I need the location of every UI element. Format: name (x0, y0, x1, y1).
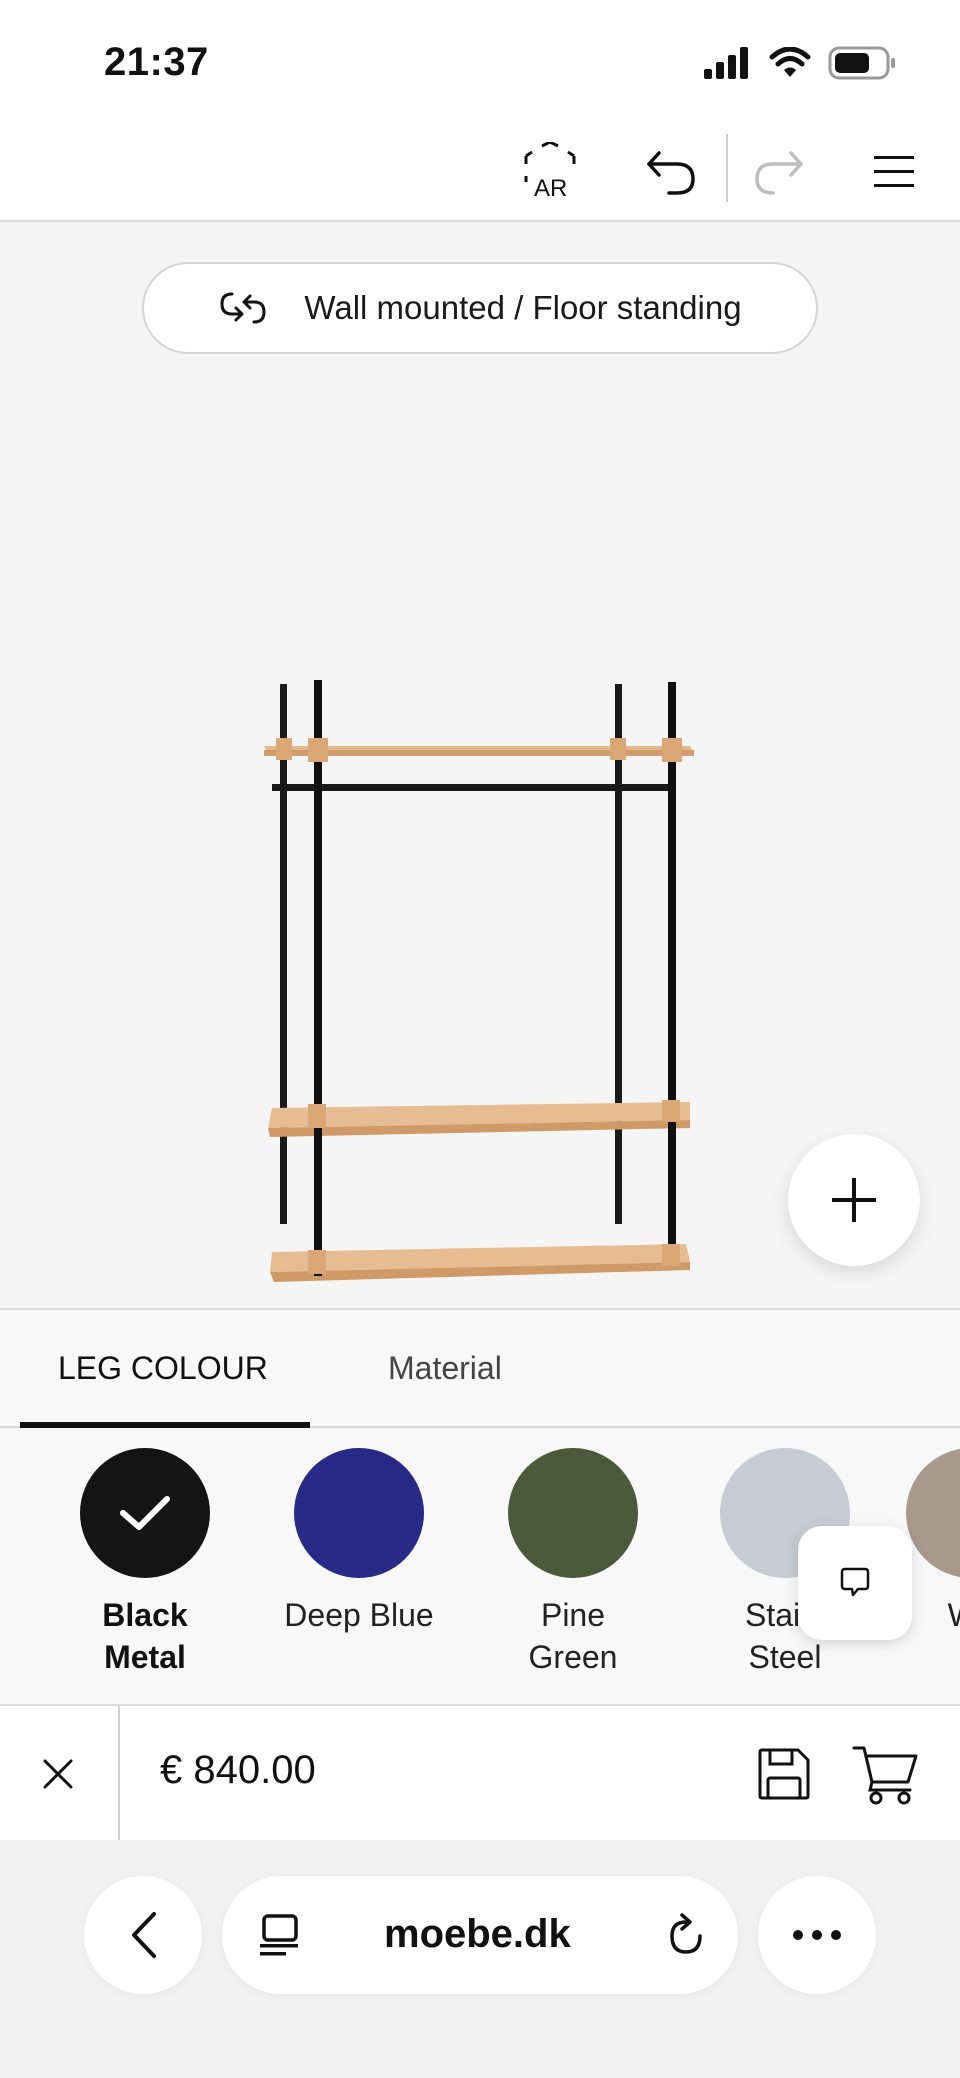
chat-icon (840, 1567, 870, 1597)
hamburger-menu-icon (874, 156, 914, 187)
undo-icon (647, 151, 695, 195)
mount-toggle-button[interactable]: Wall mounted / Floor standing (142, 262, 818, 354)
browser-more-button[interactable] (758, 1876, 876, 1994)
swatch-circle (294, 1448, 424, 1578)
product-viewer[interactable]: Wall mounted / Floor standing (0, 224, 960, 1308)
cellular-signal-icon (704, 47, 748, 79)
mount-toggle-label: Wall mounted / Floor standing (304, 289, 742, 326)
browser-back-button[interactable] (84, 1876, 202, 1994)
tab-leg-colour[interactable]: LEG COLOUR (58, 1350, 268, 1387)
swatch-deep-blue[interactable]: Deep Blue (264, 1448, 454, 1636)
add-module-button[interactable] (788, 1134, 920, 1266)
cart-button[interactable] (846, 1736, 926, 1812)
swatch-circle (906, 1448, 960, 1578)
swatch-label-line1: Black (102, 1597, 188, 1633)
shelving-unit-render (264, 680, 694, 1282)
configurator-toolbar: AR (0, 122, 960, 222)
menu-button[interactable] (858, 136, 930, 208)
swatch-label-line1: Pine (540, 1597, 606, 1633)
swap-arrows-icon (220, 292, 266, 324)
ar-button[interactable]: AR (514, 136, 586, 208)
swatch-label: Wa (948, 1594, 960, 1636)
toolbar-divider (726, 134, 728, 202)
shopping-cart-icon (852, 1746, 918, 1805)
plus-icon (832, 1178, 876, 1222)
browser-bottom-bar: moebe.dk (0, 1840, 960, 2078)
swatch-label: Pine Green (529, 1594, 618, 1678)
swatch-label-line2: Steel (748, 1639, 822, 1675)
swatch-circle (80, 1448, 210, 1578)
more-dots-icon (793, 1930, 841, 1940)
close-button[interactable] (20, 1736, 96, 1812)
ar-label: AR (534, 175, 567, 202)
swatch-label-line2: Metal (104, 1639, 186, 1675)
chat-button[interactable] (798, 1526, 912, 1640)
total-price: € 840.00 (160, 1748, 316, 1792)
swatch-label: Black Metal (102, 1594, 187, 1678)
swatch-label: Deep Blue (284, 1594, 433, 1636)
tabs-icon (260, 1914, 298, 1956)
save-button[interactable] (748, 1736, 820, 1812)
chevron-left-icon (132, 1912, 156, 1958)
ar-scan-icon: AR (524, 142, 576, 202)
save-disk-icon (758, 1748, 810, 1800)
wifi-icon (769, 47, 811, 77)
redo-icon (755, 151, 803, 195)
close-icon (43, 1759, 73, 1789)
colour-swatch-list: Black Metal Deep Blue Pine Green Stainl … (0, 1430, 960, 1704)
active-tab-indicator (20, 1422, 310, 1428)
swatch-circle (508, 1448, 638, 1578)
status-icons (704, 46, 896, 80)
url-text: moebe.dk (384, 1912, 571, 1956)
swatch-label-line1: Wa (948, 1594, 960, 1636)
address-bar[interactable]: moebe.dk (222, 1876, 738, 1994)
price-bar-divider (118, 1706, 120, 1842)
swatch-black-metal[interactable]: Black Metal (50, 1448, 240, 1678)
reload-icon[interactable] (664, 1912, 708, 1958)
checkmark-icon (120, 1496, 170, 1530)
undo-button[interactable] (636, 136, 708, 208)
swatch-label-line2: Green (528, 1639, 618, 1675)
swatch-pine-green[interactable]: Pine Green (478, 1448, 668, 1678)
status-time: 21:37 (104, 40, 209, 84)
tab-material[interactable]: Material (388, 1350, 502, 1387)
battery-icon (828, 46, 895, 80)
swatch-label-line1: Deep Blue (284, 1597, 434, 1633)
option-tabs: LEG COLOUR Material (0, 1308, 960, 1428)
price-bar: € 840.00 (0, 1704, 960, 1842)
redo-button[interactable] (742, 136, 814, 208)
status-bar: 21:37 (0, 0, 960, 122)
